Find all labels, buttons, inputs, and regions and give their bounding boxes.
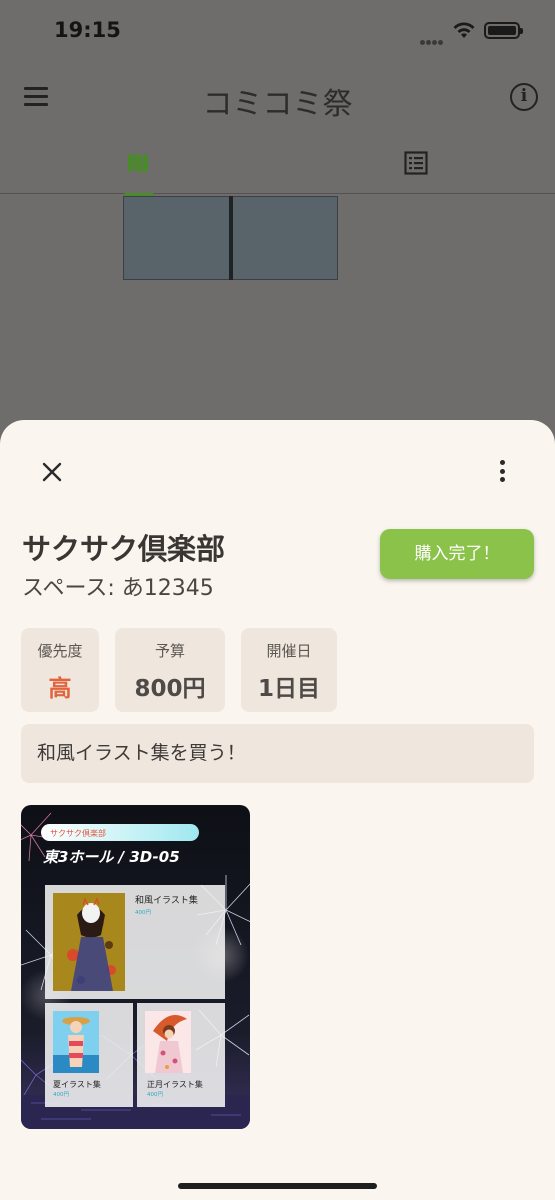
more-vert-icon[interactable] <box>500 460 506 484</box>
status-bar: 19:15 <box>0 0 555 60</box>
priority-value: 高 <box>48 676 72 702</box>
info-icon[interactable]: i <box>510 83 538 111</box>
cut-item-title: 正月イラスト集 <box>147 1079 203 1089</box>
space-label: スペース: あ12345 <box>22 576 214 601</box>
cut-circle-tag: サクサク倶楽部 <box>50 828 106 838</box>
priority-card[interactable]: 優先度 高 <box>21 628 99 712</box>
map-divider <box>229 196 233 280</box>
budget-card[interactable]: 予算 800円 <box>115 628 225 712</box>
cut-item-price: 400円 <box>147 1091 163 1098</box>
purchase-complete-button[interactable]: 購入完了！ <box>380 529 534 579</box>
circle-name: サクサク倶楽部 <box>22 532 226 566</box>
tab-list[interactable] <box>278 134 555 194</box>
wifi-icon <box>453 22 475 38</box>
status-time: 19:15 <box>54 18 121 42</box>
cut-location: 東3ホール / 3D-05 <box>43 848 180 866</box>
map-area[interactable] <box>0 196 555 436</box>
app-title: コミコミ祭 <box>202 87 353 122</box>
circle-detail-sheet: サクサク倶楽部 スペース: あ12345 購入完了！ 優先度 高 予算 800円… <box>0 420 555 1200</box>
tab-map[interactable] <box>0 134 277 196</box>
cut-item-price: 400円 <box>135 909 151 916</box>
day-label: 開催日 <box>266 642 312 660</box>
cut-item-title: 和風イラスト集 <box>135 894 198 906</box>
cut-item-price: 400円 <box>53 1091 69 1098</box>
close-icon[interactable] <box>38 458 66 486</box>
map-booth-block[interactable] <box>232 196 338 280</box>
day-card[interactable]: 開催日 1日目 <box>241 628 337 712</box>
memo-field[interactable]: 和風イラスト集を買う！ <box>21 724 534 783</box>
app-bar: コミコミ祭 i <box>0 60 555 134</box>
day-value: 1日目 <box>257 676 320 702</box>
cut-item-title: 夏イラスト集 <box>53 1079 101 1089</box>
budget-label: 予算 <box>154 642 185 660</box>
home-indicator <box>178 1183 377 1189</box>
priority-label: 優先度 <box>37 642 83 660</box>
circle-cut-image[interactable]: サクサク倶楽部 東3ホール / 3D-05 和風イラスト集 400円 夏イラスト… <box>21 805 250 1129</box>
list-icon <box>404 151 428 175</box>
map-icon <box>128 153 148 173</box>
map-booth-block[interactable] <box>123 196 230 280</box>
tab-bar <box>0 134 555 196</box>
budget-value: 800円 <box>134 676 206 702</box>
signal-dots-icon <box>420 30 444 45</box>
battery-icon <box>484 22 523 39</box>
